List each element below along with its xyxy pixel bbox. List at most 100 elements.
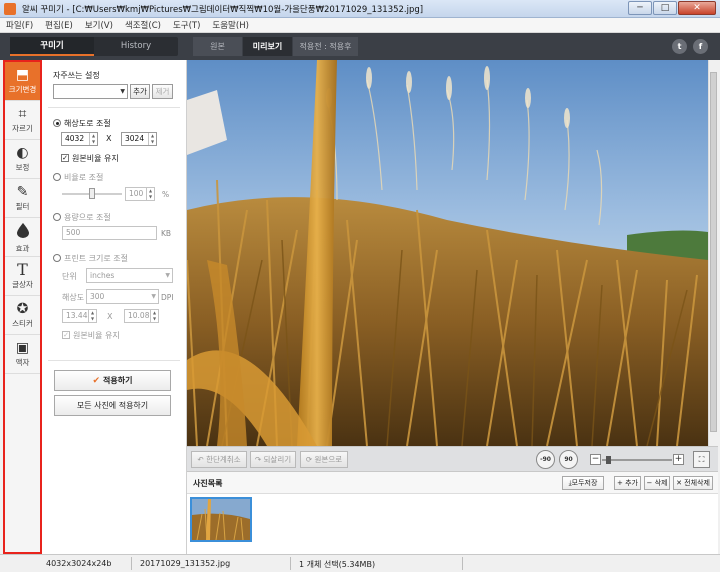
menu-edit[interactable]: 편집(E) [45, 19, 73, 31]
print-size-radio[interactable] [53, 254, 61, 262]
unit-value: inches [90, 271, 115, 280]
check-icon: ✔ [92, 376, 101, 386]
status-dimensions: 4032x3024x24b [46, 559, 112, 568]
resolution-radio[interactable] [53, 119, 61, 127]
undo-icon: ↶ [197, 455, 204, 464]
apply-button[interactable]: ✔ 적용하기 [54, 370, 171, 391]
delete-photo-button[interactable]: − 삭제 [644, 476, 670, 490]
print-keep-ratio-label: 원본비율 유지 [73, 331, 120, 340]
fit-to-window-icon[interactable]: ⛶ [693, 451, 710, 468]
preview-scrollbar[interactable] [708, 60, 718, 446]
redo-label: 되살리기 [263, 455, 292, 464]
facebook-icon[interactable]: f [693, 39, 708, 54]
dpi-select[interactable]: 300 ▼ [86, 289, 159, 304]
tool-label: 효과 [15, 244, 30, 253]
spinner-icon[interactable]: ▲ ▼ [150, 310, 158, 322]
resolution-label: 해상도로 조절 [64, 119, 111, 128]
revert-original-button[interactable]: ⟳ 원본으로 [300, 451, 348, 468]
zoom-out-button[interactable]: − [590, 454, 601, 465]
menu-file[interactable]: 파일(F) [6, 19, 33, 31]
apply-all-button[interactable]: 모든 사진에 적용하기 [54, 395, 171, 416]
tab-preview[interactable]: 미리보기 [243, 37, 293, 56]
mode-tabs: 꾸미기 History [10, 37, 178, 56]
spinner-icon[interactable]: ▲ ▼ [148, 133, 156, 145]
print-size-label: 프린트 크기로 조절 [64, 254, 128, 263]
tool-textbox[interactable]: T 글상자 [5, 257, 40, 296]
capacity-field[interactable]: 500 [62, 226, 157, 240]
favorites-select[interactable]: ▼ [53, 84, 128, 99]
view-tabs: 원본 미리보기 적용전 : 적용후 [193, 37, 359, 56]
ratio-slider-thumb[interactable] [89, 188, 95, 199]
favorites-title: 자주쓰는 설정 [53, 71, 100, 80]
width-value: 4032 [65, 134, 85, 143]
tool-label: 글상자 [12, 280, 33, 289]
tab-original[interactable]: 원본 [193, 37, 243, 56]
chevron-down-icon: ▼ [151, 293, 156, 300]
tool-crop[interactable]: ⌗ 자르기 [5, 101, 40, 140]
tab-header: 꾸미기 History 원본 미리보기 적용전 : 적용후 t f [0, 33, 720, 60]
unit-select[interactable]: inches ▼ [86, 268, 173, 283]
photo-list [187, 494, 718, 554]
spinner-icon[interactable]: ▲ ▼ [89, 133, 97, 145]
capacity-label: 용량으로 조절 [64, 213, 111, 222]
zoom-in-button[interactable]: + [673, 454, 684, 465]
refresh-icon: ⟳ [305, 455, 313, 464]
percent-unit: % [162, 190, 170, 199]
tool-label: 자르기 [12, 124, 33, 133]
rotate-right-button[interactable]: 90 [559, 450, 578, 469]
add-favorite-button[interactable]: 추가 [130, 84, 150, 99]
minimize-button[interactable]: ─ [628, 1, 652, 15]
tool-filter[interactable]: ✎ 필터 [5, 179, 40, 218]
print-height-field[interactable]: 10.08 ▲ ▼ [124, 309, 159, 323]
tab-before-after[interactable]: 적용전 : 적용후 [293, 37, 359, 56]
ratio-radio[interactable] [53, 173, 61, 181]
remove-favorite-button[interactable]: 제거 [152, 84, 173, 99]
zoom-slider-thumb[interactable] [605, 456, 611, 464]
delete-all-button[interactable]: ✕ 전체삭제 [673, 476, 713, 490]
close-button[interactable]: ✕ [678, 1, 716, 15]
print-keep-ratio-checkbox[interactable]: ✓ [62, 331, 70, 339]
photo-list-header: 사진목록 ⤓모두저장 + 추가 − 삭제 ✕ 전체삭제 [187, 472, 718, 494]
rotate-left-button[interactable]: -90 [536, 450, 555, 469]
spinner-icon[interactable]: ▲ ▼ [88, 310, 96, 322]
add-photo-button[interactable]: + 추가 [614, 476, 641, 490]
capacity-radio[interactable] [53, 213, 61, 221]
keep-ratio-label: 원본비율 유지 [72, 154, 119, 163]
scrollbar-thumb[interactable] [710, 72, 717, 432]
ratio-field[interactable]: 100 ▲ ▼ [125, 187, 155, 201]
tab-history[interactable]: History [94, 37, 178, 56]
photo-thumbnail[interactable] [190, 497, 252, 542]
menu-tools[interactable]: 도구(T) [173, 19, 200, 31]
ratio-value: 100 [129, 189, 144, 198]
zoom-slider-track[interactable] [602, 459, 672, 461]
photo-preview[interactable] [187, 60, 708, 446]
resize-icon: ⬒ [15, 67, 30, 83]
tool-adjust[interactable]: ◐ 보정 [5, 140, 40, 179]
tool-resize[interactable]: ⬒ 크기변경 [5, 62, 40, 101]
tool-label: 액자 [15, 358, 30, 367]
tool-sticker[interactable]: ✪ 스티커 [5, 296, 40, 335]
width-field[interactable]: 4032 ▲ ▼ [61, 132, 98, 146]
status-divider [131, 557, 132, 570]
maximize-button[interactable]: □ [653, 1, 677, 15]
print-width-field[interactable]: 13.44 ▲ ▼ [62, 309, 97, 323]
save-all-button[interactable]: ⤓모두저장 [562, 476, 604, 490]
undo-button[interactable]: ↶ 한단계취소 [191, 451, 247, 468]
tool-frame[interactable]: ▣ 액자 [5, 335, 40, 374]
tab-decorate[interactable]: 꾸미기 [10, 37, 94, 56]
crop-icon: ⌗ [18, 106, 27, 122]
sticker-icon: ✪ [16, 301, 29, 317]
tool-effect[interactable]: 효과 [5, 218, 40, 257]
thumbnail-image [192, 499, 250, 540]
twitter-icon[interactable]: t [672, 39, 687, 54]
text-icon: T [17, 260, 28, 279]
menu-color[interactable]: 색조절(C) [125, 19, 161, 31]
keep-ratio-checkbox[interactable]: ✓ [61, 154, 69, 162]
height-field[interactable]: 3024 ▲ ▼ [121, 132, 157, 146]
tool-sidebar: ⬒ 크기변경 ⌗ 자르기 ◐ 보정 ✎ 필터 효과 T 글상자 ✪ 스티커 ▣ … [3, 60, 42, 554]
tool-label: 스티커 [12, 319, 33, 328]
menu-view[interactable]: 보기(V) [85, 19, 113, 31]
redo-button[interactable]: ↷ 되살리기 [250, 451, 296, 468]
menu-help[interactable]: 도움말(H) [212, 19, 248, 31]
spinner-icon[interactable]: ▲ ▼ [146, 188, 154, 200]
